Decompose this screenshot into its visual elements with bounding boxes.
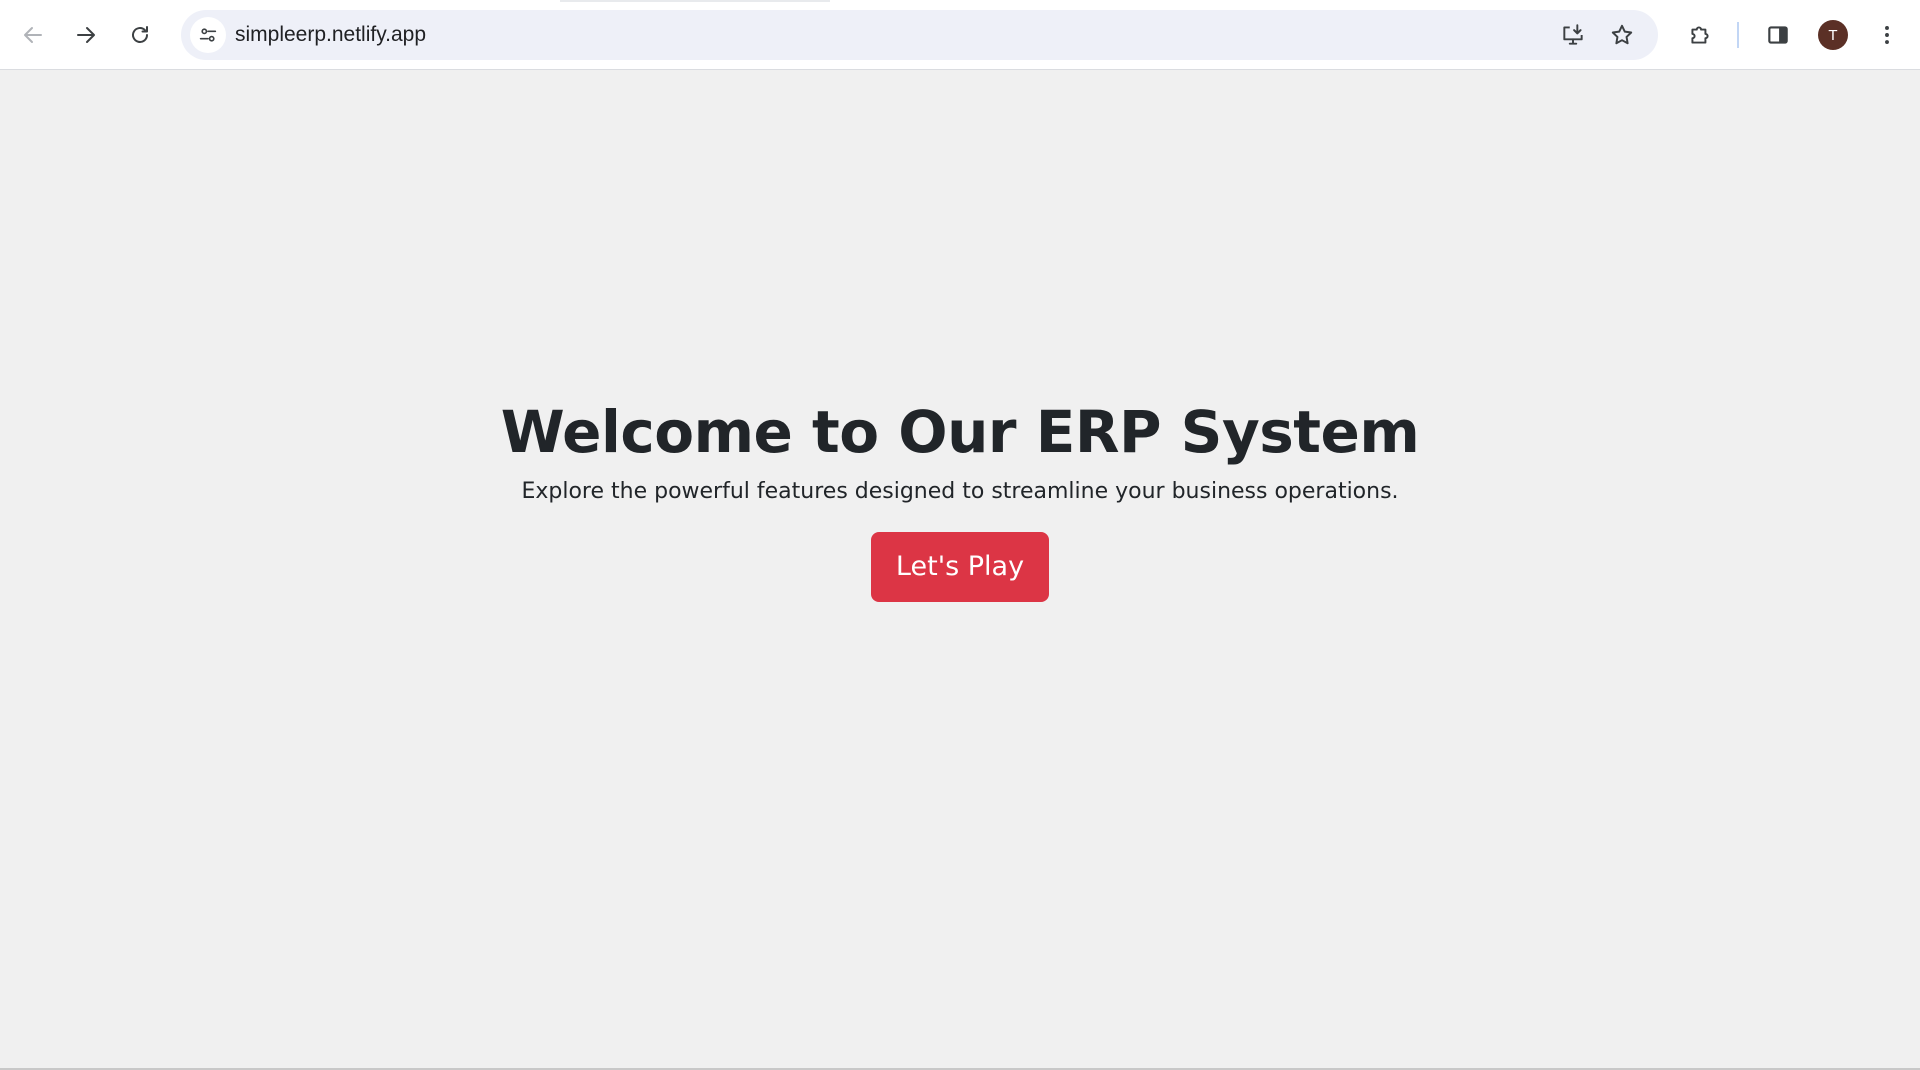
side-panel-icon [1768, 26, 1788, 44]
reload-button[interactable] [121, 16, 159, 54]
profile-avatar[interactable]: T [1818, 20, 1848, 50]
arrow-right-icon [77, 27, 95, 43]
lets-play-button[interactable]: Let's Play [870, 532, 1050, 602]
tune-icon [199, 28, 217, 42]
browser-toolbar: simpleerp.netlify.app T [0, 0, 1920, 70]
install-app-icon [1563, 24, 1583, 45]
kebab-menu-icon [1885, 26, 1889, 44]
puzzle-icon [1691, 26, 1709, 44]
forward-button[interactable] [67, 16, 105, 54]
page-title: Welcome to Our ERP System [500, 398, 1420, 466]
extensions-button[interactable] [1681, 16, 1719, 54]
address-bar[interactable]: simpleerp.netlify.app [181, 10, 1658, 60]
tab-loading-indicator [560, 0, 830, 2]
side-panel-button[interactable] [1759, 16, 1797, 54]
toolbar-divider [1737, 22, 1739, 48]
browser-menu-button[interactable] [1868, 16, 1906, 54]
site-info-button[interactable] [190, 17, 226, 53]
page-subtitle: Explore the powerful features designed t… [521, 479, 1399, 504]
star-icon [1611, 24, 1633, 45]
bookmark-button[interactable] [1607, 20, 1637, 50]
hero-section: Welcome to Our ERP System Explore the po… [0, 396, 1920, 602]
back-button[interactable] [14, 16, 52, 54]
url-text[interactable]: simpleerp.netlify.app [235, 24, 426, 46]
reload-icon [132, 26, 148, 43]
arrow-left-icon [24, 27, 42, 43]
install-app-button[interactable] [1558, 20, 1588, 50]
